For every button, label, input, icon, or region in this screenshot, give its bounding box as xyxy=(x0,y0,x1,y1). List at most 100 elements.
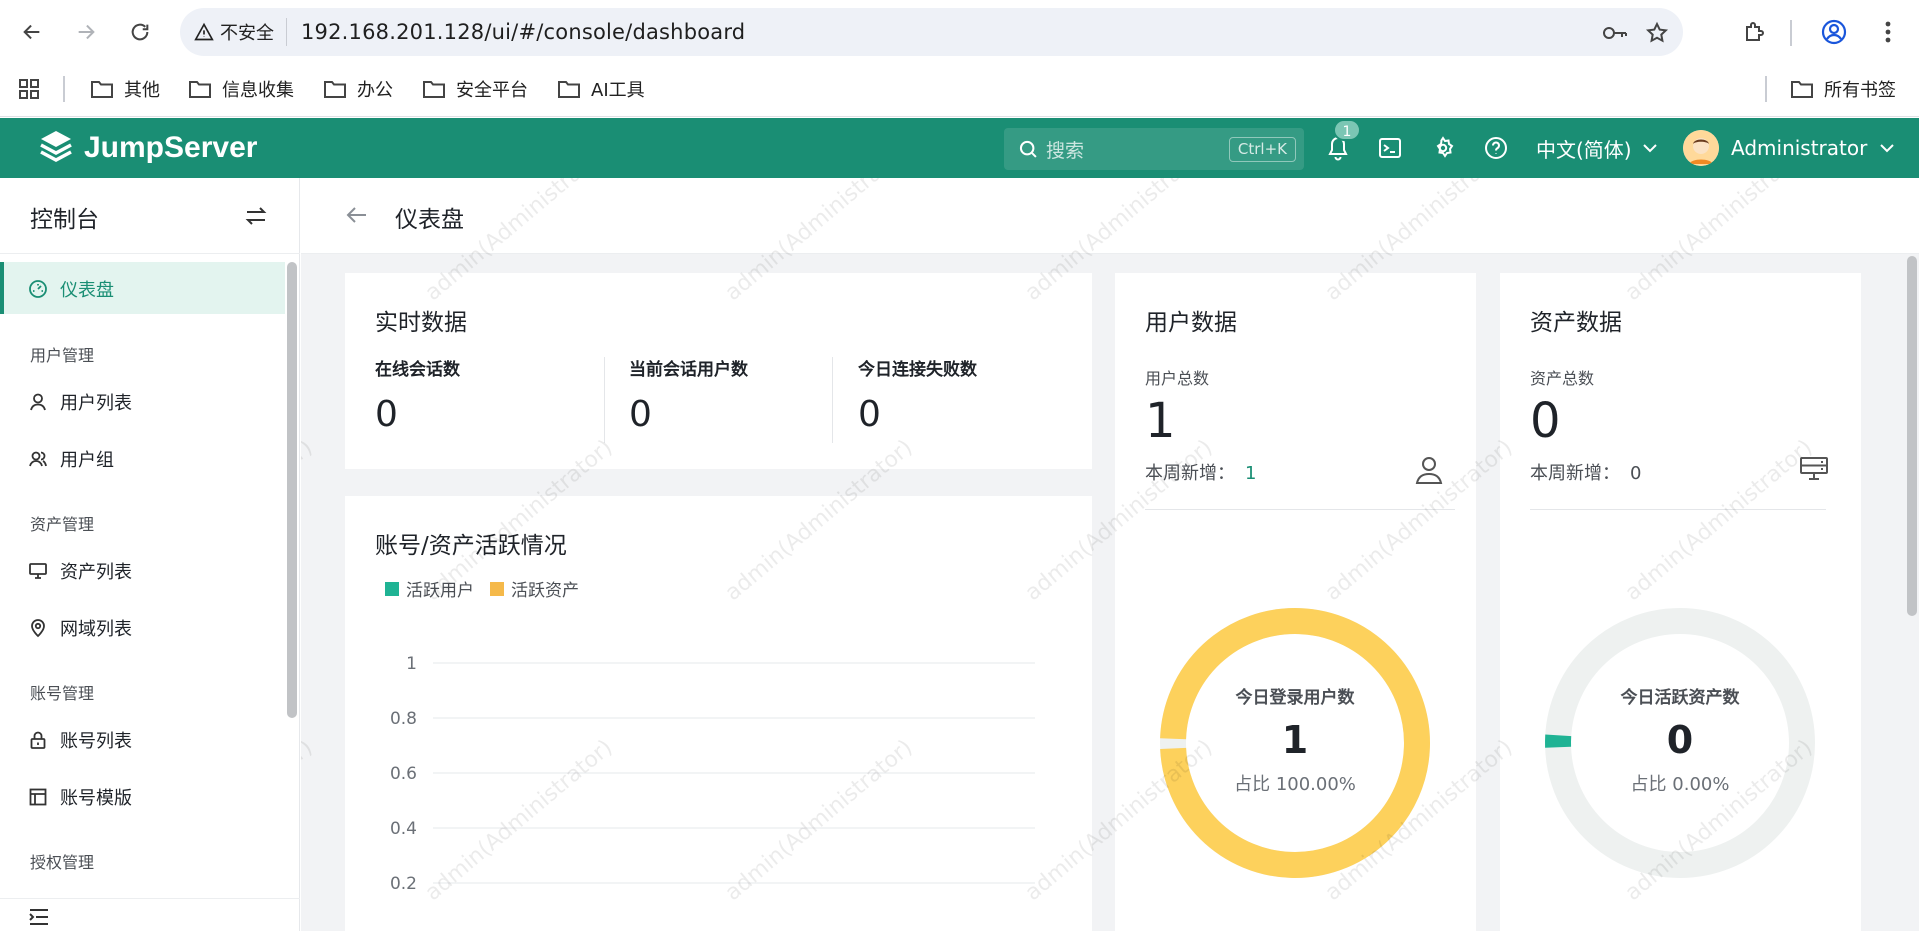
notification-badge: 1 xyxy=(1333,119,1361,141)
apps-grid-icon[interactable] xyxy=(18,74,40,104)
location-pin-icon xyxy=(31,619,45,638)
language-label: 中文(简体) xyxy=(1536,137,1632,162)
folder-icon xyxy=(558,81,580,98)
folder-icon xyxy=(1791,81,1813,98)
stat-value: 0 xyxy=(629,394,652,435)
security-label: 不安全 xyxy=(220,23,274,44)
y-tick-label: 0.8 xyxy=(390,709,417,729)
back-arrow-icon[interactable] xyxy=(345,204,371,228)
stat-online-sessions: 在线会话数 0 xyxy=(375,355,595,441)
donut-value: 1 xyxy=(1281,718,1309,762)
asset-donut-label: 今日活跃资产数 0 占比 0.00% xyxy=(1560,683,1800,796)
address-bar[interactable]: 不安全 192.168.201.128/ui/#/console/dashboa… xyxy=(180,8,1683,56)
key-icon[interactable] xyxy=(1600,18,1630,48)
help-question-icon[interactable] xyxy=(1480,132,1512,164)
bookmark-folder[interactable]: AI工具 xyxy=(557,74,645,104)
watermark: admin(Administrator) xyxy=(301,435,318,606)
y-tick-label: 0.4 xyxy=(390,819,417,839)
settings-gear-icon[interactable] xyxy=(1427,132,1459,164)
user-week-new: 本周新增： 1 xyxy=(1145,459,1256,485)
user-total-label: 用户总数 xyxy=(1145,369,1210,388)
brand-name: JumpServer xyxy=(84,131,258,164)
activity-chart-card: 账号/资产活跃情况 活跃用户 活跃资产 1 0.8 0.6 0.4 0.2 xyxy=(345,496,1092,931)
user-total-value: 1 xyxy=(1145,393,1176,449)
reload-icon[interactable] xyxy=(122,14,158,50)
bookmarks-bar: 其他 信息收集 办公 安全平台 AI工具 所有书签 xyxy=(0,62,1919,117)
sidebar-item-label: 账号列表 xyxy=(60,731,132,752)
sidebar-title: 控制台 xyxy=(30,207,99,233)
page-title: 仪表盘 xyxy=(395,207,464,233)
switch-view-icon[interactable] xyxy=(240,200,272,232)
asset-week-new: 本周新增： 0 xyxy=(1530,459,1641,485)
bookmark-folder[interactable]: 办公 xyxy=(323,74,393,104)
lock-icon xyxy=(30,731,46,749)
card-divider xyxy=(1530,509,1826,510)
sidebar-item-user-list[interactable]: 用户列表 xyxy=(28,387,132,417)
sidebar-footer xyxy=(0,898,300,931)
main-scrollbar[interactable] xyxy=(1907,256,1917,616)
card-title: 用户数据 xyxy=(1145,310,1237,336)
avatar xyxy=(1683,130,1719,166)
chevron-down-icon xyxy=(1642,144,1657,153)
bookmark-label: 办公 xyxy=(357,80,393,101)
sidebar-item-account-templates[interactable]: 账号模版 xyxy=(28,782,132,812)
donut-title: 今日活跃资产数 xyxy=(1620,688,1740,708)
bookmark-folder[interactable]: 其他 xyxy=(90,74,160,104)
all-bookmarks-folder[interactable]: 所有书签 xyxy=(1790,74,1896,104)
security-indicator[interactable]: 不安全 xyxy=(194,18,287,46)
y-tick-label: 0.6 xyxy=(390,764,417,784)
dashboard-icon xyxy=(29,280,47,298)
bookmark-folder[interactable]: 信息收集 xyxy=(188,74,294,104)
sidebar-scrollbar[interactable] xyxy=(287,262,297,718)
terminal-icon[interactable] xyxy=(1374,132,1406,164)
page-header: 仪表盘 xyxy=(301,178,1919,254)
browser-toolbar: 不安全 192.168.201.128/ui/#/console/dashboa… xyxy=(0,0,1919,62)
chevron-down-icon xyxy=(1880,144,1895,153)
sidebar-item-account-list[interactable]: 账号列表 xyxy=(28,725,132,755)
more-menu-icon[interactable] xyxy=(1870,14,1906,50)
sidebar-item-dashboard[interactable]: 仪表盘 xyxy=(28,274,114,304)
sidebar-group-user-management: 用户管理 xyxy=(30,346,95,365)
stat-label: 当前会话用户数 xyxy=(629,360,748,380)
search-shortcut: Ctrl+K xyxy=(1228,137,1296,162)
language-select[interactable]: 中文(简体) xyxy=(1536,132,1658,164)
back-arrow-icon[interactable] xyxy=(14,14,50,50)
card-title: 实时数据 xyxy=(375,310,467,336)
global-search[interactable]: 搜索 Ctrl+K xyxy=(1004,128,1304,170)
profile-icon[interactable] xyxy=(1816,14,1852,50)
folder-icon xyxy=(91,81,113,98)
bookmark-label: 信息收集 xyxy=(222,80,294,101)
week-new-value: 1 xyxy=(1245,463,1257,484)
sidebar-item-label: 账号模版 xyxy=(60,788,132,809)
sidebar-item-asset-list[interactable]: 资产列表 xyxy=(28,556,132,586)
stat-divider xyxy=(604,357,605,443)
bookmark-folder[interactable]: 安全平台 xyxy=(422,74,528,104)
search-icon xyxy=(1019,140,1037,158)
star-icon[interactable] xyxy=(1642,18,1672,48)
stat-value: 0 xyxy=(858,394,881,435)
folder-icon xyxy=(189,81,211,98)
sidebar-item-zone-list[interactable]: 网域列表 xyxy=(28,613,132,643)
url-text[interactable]: 192.168.201.128/ui/#/console/dashboard xyxy=(301,20,745,44)
stat-failed-connections: 今日连接失败数 0 xyxy=(858,355,1078,441)
sidebar-item-label: 资产列表 xyxy=(60,562,132,583)
stat-value: 0 xyxy=(375,394,398,435)
forward-arrow-icon[interactable] xyxy=(68,14,104,50)
user-menu[interactable]: Administrator xyxy=(1683,128,1895,168)
warning-icon xyxy=(194,22,214,41)
sidebar-item-user-groups[interactable]: 用户组 xyxy=(28,444,114,474)
brand-logo[interactable]: JumpServer xyxy=(36,128,257,168)
app-header: JumpServer 搜索 Ctrl+K 1 中文(简体) Administra… xyxy=(0,118,1919,178)
activity-line-chart: 1 0.8 0.6 0.4 0.2 xyxy=(390,654,1035,894)
sidebar-group-asset-management: 资产管理 xyxy=(30,515,95,534)
user-icon xyxy=(1414,455,1448,487)
stat-label: 今日连接失败数 xyxy=(858,360,977,380)
sidebar-item-label: 用户列表 xyxy=(60,393,132,414)
asset-data-card: 资产数据 资产总数 0 本周新增： 0 今日活跃资产数 0 占比 0.00% xyxy=(1500,273,1861,931)
extensions-icon[interactable] xyxy=(1736,14,1772,50)
sidebar-item-label: 用户组 xyxy=(60,450,114,471)
bookmark-label: 安全平台 xyxy=(456,80,528,101)
y-tick-label: 0.2 xyxy=(390,874,417,894)
stat-divider xyxy=(832,357,833,443)
collapse-menu-icon[interactable] xyxy=(28,908,52,928)
